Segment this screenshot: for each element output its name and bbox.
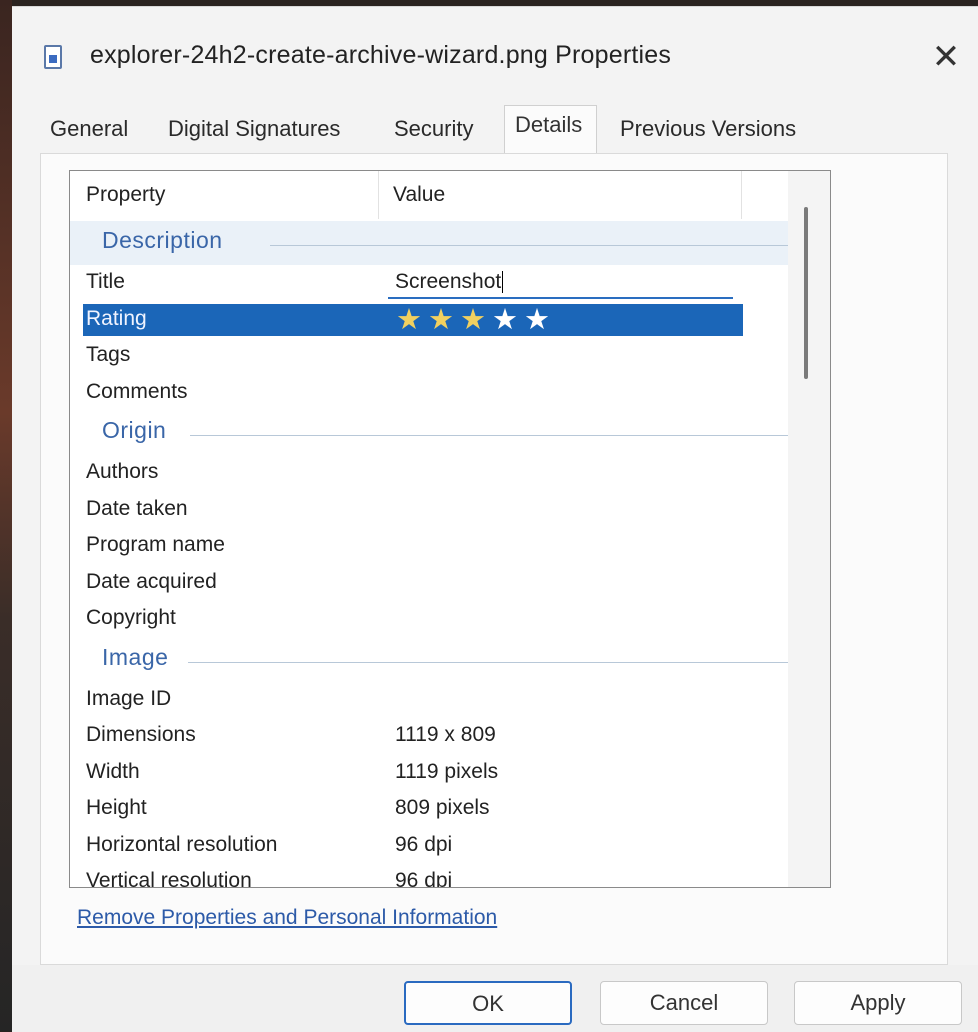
rating-stars[interactable]: ★★★★★ bbox=[396, 304, 556, 336]
property-row-rating[interactable]: Rating ★★★★★ bbox=[70, 302, 830, 339]
column-header-value[interactable]: Value bbox=[393, 171, 445, 219]
properties-dialog: explorer-24h2-create-archive-wizard.png … bbox=[12, 6, 978, 1032]
group-header-description[interactable]: Description bbox=[70, 221, 830, 265]
remove-properties-link[interactable]: Remove Properties and Personal Informati… bbox=[77, 906, 497, 930]
property-row-vertical-resolution[interactable]: Vertical resolution 96 dpi bbox=[70, 864, 830, 887]
column-header-property[interactable]: Property bbox=[86, 171, 165, 219]
title-edit-field[interactable]: Screenshot bbox=[388, 265, 733, 299]
column-header: Property Value bbox=[70, 171, 830, 219]
property-row-program-name[interactable]: Program name bbox=[70, 528, 830, 565]
image-file-icon bbox=[44, 45, 62, 69]
property-row-comments[interactable]: Comments bbox=[70, 375, 830, 412]
star-icon[interactable]: ★ bbox=[460, 304, 492, 336]
cancel-button[interactable]: Cancel bbox=[600, 981, 768, 1025]
tab-details[interactable]: Details bbox=[504, 105, 598, 154]
property-row-image-id[interactable]: Image ID bbox=[70, 682, 830, 719]
ok-button[interactable]: OK bbox=[404, 981, 572, 1025]
property-row-authors[interactable]: Authors bbox=[70, 455, 830, 492]
group-divider-line bbox=[188, 661, 790, 663]
property-list[interactable]: Property Value Description Title Screens… bbox=[69, 170, 831, 888]
property-row-title[interactable]: Title Screenshot bbox=[70, 265, 830, 302]
apply-button[interactable]: Apply bbox=[794, 981, 962, 1025]
tab-previous-versions[interactable]: Previous Versions bbox=[620, 111, 796, 151]
title-bar: explorer-24h2-create-archive-wizard.png … bbox=[12, 7, 978, 99]
property-row-dimensions[interactable]: Dimensions 1119 x 809 bbox=[70, 718, 830, 755]
dialog-button-bar: OK Cancel Apply bbox=[12, 965, 978, 1032]
window-title: explorer-24h2-create-archive-wizard.png … bbox=[90, 41, 672, 69]
property-row-height[interactable]: Height 809 pixels bbox=[70, 791, 830, 828]
group-header-image[interactable]: Image bbox=[70, 637, 830, 682]
star-icon[interactable]: ★ bbox=[524, 304, 556, 336]
close-button[interactable]: ✕ bbox=[924, 37, 968, 77]
details-tab-panel: Property Value Description Title Screens… bbox=[40, 153, 948, 965]
group-divider-line bbox=[270, 245, 790, 246]
tab-digital-signatures[interactable]: Digital Signatures bbox=[168, 111, 340, 151]
vertical-scrollbar[interactable] bbox=[788, 171, 830, 887]
tab-general[interactable]: General bbox=[50, 111, 128, 151]
star-icon[interactable]: ★ bbox=[396, 304, 428, 336]
tab-security[interactable]: Security bbox=[394, 111, 473, 151]
group-divider-line bbox=[190, 435, 790, 436]
column-divider[interactable] bbox=[378, 171, 379, 219]
property-row-date-taken[interactable]: Date taken bbox=[70, 492, 830, 529]
property-rows: Description Title Screenshot Rating ★★★★… bbox=[70, 221, 830, 887]
property-row-horizontal-resolution[interactable]: Horizontal resolution 96 dpi bbox=[70, 828, 830, 865]
star-icon[interactable]: ★ bbox=[428, 304, 460, 336]
property-row-tags[interactable]: Tags bbox=[70, 338, 830, 375]
property-row-date-acquired[interactable]: Date acquired bbox=[70, 565, 830, 602]
group-header-origin[interactable]: Origin bbox=[70, 411, 830, 455]
property-row-width[interactable]: Width 1119 pixels bbox=[70, 755, 830, 792]
scrollbar-thumb[interactable] bbox=[804, 207, 808, 379]
star-icon[interactable]: ★ bbox=[492, 304, 524, 336]
tab-strip: General Digital Signatures Security Deta… bbox=[44, 105, 844, 154]
property-row-copyright[interactable]: Copyright bbox=[70, 601, 830, 638]
desktop-background-edge bbox=[0, 0, 12, 1031]
column-divider[interactable] bbox=[741, 171, 742, 219]
text-caret bbox=[502, 271, 504, 294]
